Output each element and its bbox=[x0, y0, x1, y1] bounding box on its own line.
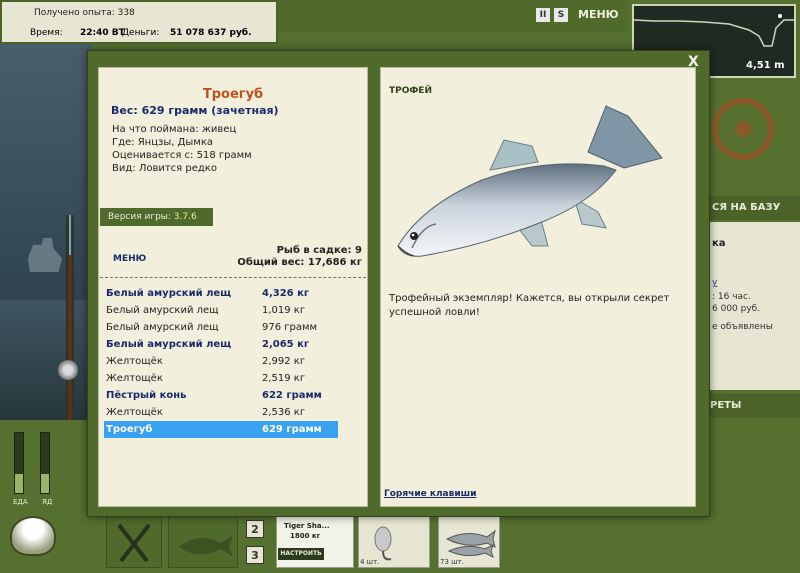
rod-weight: 1800 кг bbox=[290, 532, 321, 540]
depth-value: 4,51 m bbox=[746, 60, 785, 71]
trophy-label: ТРОФЕЙ bbox=[389, 86, 432, 96]
catch-weight: 629 грамм bbox=[262, 424, 322, 435]
keepnet-weight: Общий вес: 17,686 кг bbox=[237, 257, 362, 268]
rod-slot-2[interactable]: 2 bbox=[246, 520, 264, 538]
trophy-text: Трофейный экземпляр! Кажется, вы открыли… bbox=[389, 293, 670, 318]
fish-silhouette-icon[interactable] bbox=[168, 516, 238, 568]
catch-row[interactable]: Желтощёк 2,992 кг bbox=[104, 353, 338, 370]
catch-row[interactable]: Белый амурский лещ 4,326 кг bbox=[104, 285, 338, 302]
time-value: 22:40 ВТ bbox=[80, 28, 125, 38]
dialog-menu-button[interactable]: МЕНЮ bbox=[113, 254, 146, 264]
right-card-line: е объявлены bbox=[712, 322, 773, 332]
experience-text: Получено опыта: 338 bbox=[34, 8, 135, 18]
catch-row[interactable]: Белый амурский лещ 1,019 кг bbox=[104, 302, 338, 319]
bait-count: 73 шт. bbox=[440, 558, 464, 566]
fish-name: Троегуб bbox=[202, 87, 264, 102]
catch-weight: 2,519 кг bbox=[262, 373, 306, 384]
cutlery-icon[interactable] bbox=[106, 516, 162, 568]
fish-weight: Вес: 629 грамм (зачетная) bbox=[111, 104, 279, 117]
hotkeys-link[interactable]: Горячие клавиши bbox=[384, 489, 477, 499]
sound-button[interactable]: S bbox=[554, 8, 568, 22]
version-label: Версия игры: bbox=[108, 212, 174, 222]
right-card-line: 6 000 руб. bbox=[712, 304, 761, 314]
money-value: 51 078 637 руб. bbox=[170, 28, 252, 38]
catch-name: Белый амурский лещ bbox=[106, 288, 232, 299]
right-card-title: ка bbox=[712, 238, 726, 249]
time-label: Время: bbox=[30, 28, 63, 38]
food-level bbox=[15, 474, 23, 493]
catch-name: Троегуб bbox=[106, 424, 153, 435]
return-to-base-button[interactable]: СЯ НА БАЗУ bbox=[710, 196, 800, 220]
catch-row[interactable]: Троегуб 629 грамм bbox=[104, 421, 338, 438]
catch-row[interactable]: Пёстрый конь 622 грамм bbox=[104, 387, 338, 404]
pause-button[interactable]: II bbox=[536, 8, 550, 22]
poison-level bbox=[41, 474, 49, 493]
catch-name: Белый амурский лещ bbox=[106, 305, 219, 316]
reel-icon bbox=[58, 360, 78, 380]
catch-name: Желтощёк bbox=[106, 356, 163, 367]
poison-label: ЯД bbox=[42, 498, 53, 506]
right-card-line: : 16 час. bbox=[712, 292, 751, 302]
version-value: 3.7.6 bbox=[173, 212, 197, 222]
catch-weight: 4,326 кг bbox=[262, 288, 310, 299]
secrets-button[interactable]: РЕТЫ bbox=[710, 394, 800, 418]
wheel-hub bbox=[735, 121, 751, 137]
version-bar: Версия игры: 3.7.6 bbox=[100, 208, 213, 226]
rated-from-text: Оценивается с: 518 грамм bbox=[112, 150, 252, 161]
catch-name: Пёстрый конь bbox=[106, 390, 187, 401]
main-menu-button[interactable]: МЕНЮ bbox=[578, 8, 619, 21]
catch-weight: 2,992 кг bbox=[262, 356, 306, 367]
top-bar bbox=[278, 0, 628, 32]
water bbox=[0, 300, 92, 420]
catch-name: Желтощёк bbox=[106, 373, 163, 384]
keepnet-count: Рыб в садке: 9 bbox=[276, 245, 362, 256]
divider bbox=[100, 277, 366, 278]
catch-list: Белый амурский лещ 4,326 кг Белый амурски… bbox=[104, 285, 338, 438]
rod-tip bbox=[69, 215, 71, 255]
money-label: Деньги: bbox=[122, 28, 160, 38]
setup-button[interactable]: НАСТРОИТЬ bbox=[278, 548, 324, 560]
rod-slot-3[interactable]: 3 bbox=[246, 546, 264, 564]
catch-weight: 1,019 кг bbox=[262, 305, 306, 316]
catch-weight: 2,065 кг bbox=[262, 339, 310, 350]
lure-count: 4 шт. bbox=[360, 558, 380, 566]
catch-name: Желтощёк bbox=[106, 407, 163, 418]
catch-weight: 2,536 кг bbox=[262, 407, 306, 418]
kind-text: Вид: Ловится редко bbox=[112, 163, 217, 174]
rod-name: Tiger Sha... bbox=[284, 522, 330, 530]
right-card-link[interactable]: у bbox=[712, 278, 717, 288]
catch-row[interactable]: Белый амурский лещ 2,065 кг bbox=[104, 336, 338, 353]
catch-name: Белый амурский лещ bbox=[106, 339, 232, 350]
catch-name: Белый амурский лещ bbox=[106, 322, 219, 333]
location-text: Где: Янцзы, Дымка bbox=[112, 137, 213, 148]
food-label: ЕДА bbox=[13, 498, 28, 506]
catch-row[interactable]: Желтощёк 2,519 кг bbox=[104, 370, 338, 387]
caught-on-text: На что поймана: живец bbox=[112, 124, 237, 135]
cauldron-icon[interactable] bbox=[10, 516, 56, 556]
catch-weight: 976 грамм bbox=[262, 322, 318, 333]
fish-image bbox=[397, 105, 663, 257]
catch-weight: 622 грамм bbox=[262, 390, 322, 401]
catch-row[interactable]: Желтощёк 2,536 кг bbox=[104, 404, 338, 421]
catch-row[interactable]: Белый амурский лещ 976 грамм bbox=[104, 319, 338, 336]
